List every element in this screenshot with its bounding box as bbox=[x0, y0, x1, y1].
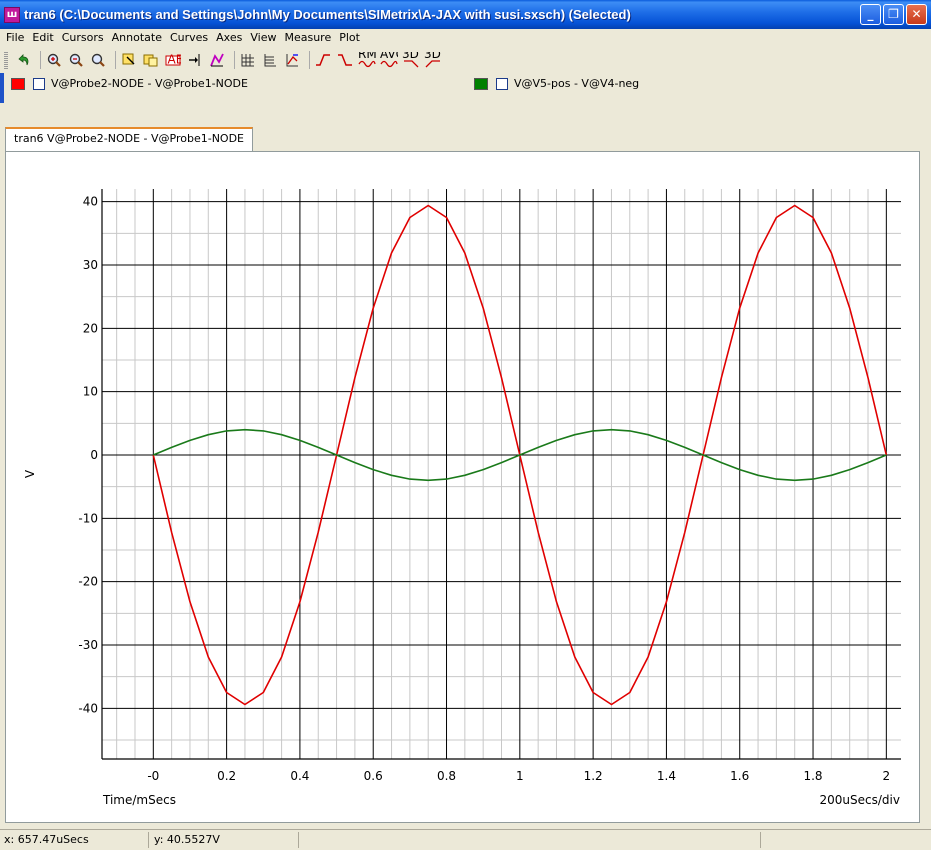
menu-measure[interactable]: Measure bbox=[280, 30, 335, 46]
toolbar-separator bbox=[40, 51, 41, 69]
app-icon[interactable]: ꟺ bbox=[4, 6, 20, 23]
y-tick-label: 10 bbox=[83, 385, 98, 399]
rms-label: RMS bbox=[358, 52, 376, 61]
menu-curves[interactable]: Curves bbox=[166, 30, 212, 46]
tab-strip: tran6 V@Probe2-NODE - V@Probe1-NODE bbox=[0, 121, 931, 151]
title-bar[interactable]: ꟺ tran6 (C:\Documents and Settings\John\… bbox=[0, 0, 931, 29]
menu-view[interactable]: View bbox=[246, 30, 280, 46]
x-scale-label: 200uSecs/div bbox=[820, 793, 900, 807]
annotate-arrow-icon[interactable] bbox=[120, 51, 138, 69]
x-tick-label: 1.6 bbox=[730, 769, 749, 783]
x-tick-label: 1 bbox=[516, 769, 524, 783]
zoom-out-icon[interactable] bbox=[67, 51, 85, 69]
toolbar-separator bbox=[309, 51, 310, 69]
legend-checkbox[interactable] bbox=[33, 77, 45, 90]
menu-axes[interactable]: Axes bbox=[212, 30, 246, 46]
legend-checkbox[interactable] bbox=[496, 77, 508, 90]
toolbar-separator bbox=[115, 51, 116, 69]
vertical-scrollbar[interactable] bbox=[920, 151, 931, 823]
db1-label: 3DB bbox=[402, 52, 420, 61]
curve-color-icon[interactable] bbox=[208, 51, 226, 69]
close-button[interactable]: ✕ bbox=[906, 4, 927, 25]
avg-icon[interactable]: AVG bbox=[380, 51, 398, 69]
x-axis-label: Time/mSecs bbox=[102, 793, 176, 807]
cursor-icon[interactable] bbox=[186, 51, 204, 69]
grid-icon[interactable] bbox=[239, 51, 257, 69]
3db-high-icon[interactable]: 3DB bbox=[402, 51, 420, 69]
y-tick-label: -30 bbox=[78, 638, 98, 652]
y-tick-label: 40 bbox=[83, 195, 98, 209]
menu-edit[interactable]: Edit bbox=[28, 30, 57, 46]
minimize-button[interactable]: _ bbox=[860, 4, 881, 25]
y-tick-label: 20 bbox=[83, 321, 98, 335]
status-divider bbox=[760, 832, 761, 848]
legend-accent-bar bbox=[0, 73, 4, 103]
add-axis-icon[interactable] bbox=[283, 51, 301, 69]
x-tick-label: -0 bbox=[147, 769, 159, 783]
menu-bar: File Edit Cursors Annotate Curves Axes V… bbox=[0, 29, 931, 47]
zoom-in-icon[interactable] bbox=[45, 51, 63, 69]
legend-item-probe[interactable]: V@Probe2-NODE - V@Probe1-NODE bbox=[11, 77, 248, 90]
tab-tran6[interactable]: tran6 V@Probe2-NODE - V@Probe1-NODE bbox=[5, 127, 254, 151]
rms-icon[interactable]: RMS bbox=[358, 51, 376, 69]
toolbar-separator bbox=[234, 51, 235, 69]
legend-panel: V@Probe2-NODE - V@Probe1-NODE V@V5-pos -… bbox=[0, 73, 931, 121]
db2-label: 3DB bbox=[424, 52, 442, 61]
y-tick-label: 30 bbox=[83, 258, 98, 272]
status-bar: x: 657.47uSecs y: 40.5527V bbox=[0, 829, 931, 850]
toolbar: ABC RMS AVG 3DB 3DB bbox=[0, 47, 931, 73]
x-tick-label: 1.2 bbox=[584, 769, 603, 783]
status-y-readout: y: 40.5527V bbox=[154, 833, 220, 846]
menu-cursors[interactable]: Cursors bbox=[58, 30, 108, 46]
x-tick-label: 0.6 bbox=[364, 769, 383, 783]
y-tick-label: 0 bbox=[90, 448, 98, 462]
status-x-readout: x: 657.47uSecs bbox=[4, 833, 89, 846]
rise-icon[interactable] bbox=[314, 51, 332, 69]
legend-swatch bbox=[11, 77, 25, 90]
legend-item-v5[interactable]: V@V5-pos - V@V4-neg bbox=[474, 77, 639, 90]
plot-panel[interactable]: 40 30 20 10 0 -10 -20 -30 -40 -0 0.2 0.4 0.6 0.8 1 1.2 1… bbox=[5, 151, 920, 823]
text-label-icon[interactable]: ABC bbox=[164, 51, 182, 69]
x-tick-label: 0.2 bbox=[217, 769, 236, 783]
y-tick-label: -20 bbox=[78, 575, 98, 589]
axis-icon[interactable] bbox=[261, 51, 279, 69]
toolbar-grip[interactable] bbox=[4, 51, 8, 69]
x-tick-label: 2 bbox=[883, 769, 891, 783]
waveform-chart[interactable]: 40 30 20 10 0 -10 -20 -30 -40 -0 0.2 0.4 0.6 0.8 1 1.2 1… bbox=[6, 152, 919, 822]
x-tick-label: 0.4 bbox=[290, 769, 309, 783]
legend-label: V@V5-pos - V@V4-neg bbox=[514, 77, 640, 90]
y-axis-label: V bbox=[23, 469, 37, 478]
avg-label: AVG bbox=[380, 52, 398, 61]
menu-plot[interactable]: Plot bbox=[335, 30, 364, 46]
legend-label: V@Probe2-NODE - V@Probe1-NODE bbox=[51, 77, 248, 90]
legend-swatch bbox=[474, 77, 488, 90]
status-divider bbox=[148, 832, 149, 848]
svg-text:ABC: ABC bbox=[168, 53, 182, 67]
fall-icon[interactable] bbox=[336, 51, 354, 69]
zoom-fit-icon[interactable] bbox=[89, 51, 107, 69]
3db-low-icon[interactable]: 3DB bbox=[424, 51, 442, 69]
x-tick-label: 0.8 bbox=[437, 769, 456, 783]
status-divider bbox=[298, 832, 299, 848]
restore-button[interactable]: ❐ bbox=[883, 4, 904, 25]
y-tick-label: -40 bbox=[78, 701, 98, 715]
y-tick-label: -10 bbox=[78, 511, 98, 525]
menu-file[interactable]: File bbox=[2, 30, 28, 46]
annotate-box-icon[interactable] bbox=[142, 51, 160, 69]
x-tick-label: 1.8 bbox=[803, 769, 822, 783]
x-tick-label: 1.4 bbox=[657, 769, 676, 783]
menu-annotate[interactable]: Annotate bbox=[108, 30, 166, 46]
window-title: tran6 (C:\Documents and Settings\John\My… bbox=[24, 7, 631, 22]
undo-icon[interactable] bbox=[14, 51, 32, 69]
